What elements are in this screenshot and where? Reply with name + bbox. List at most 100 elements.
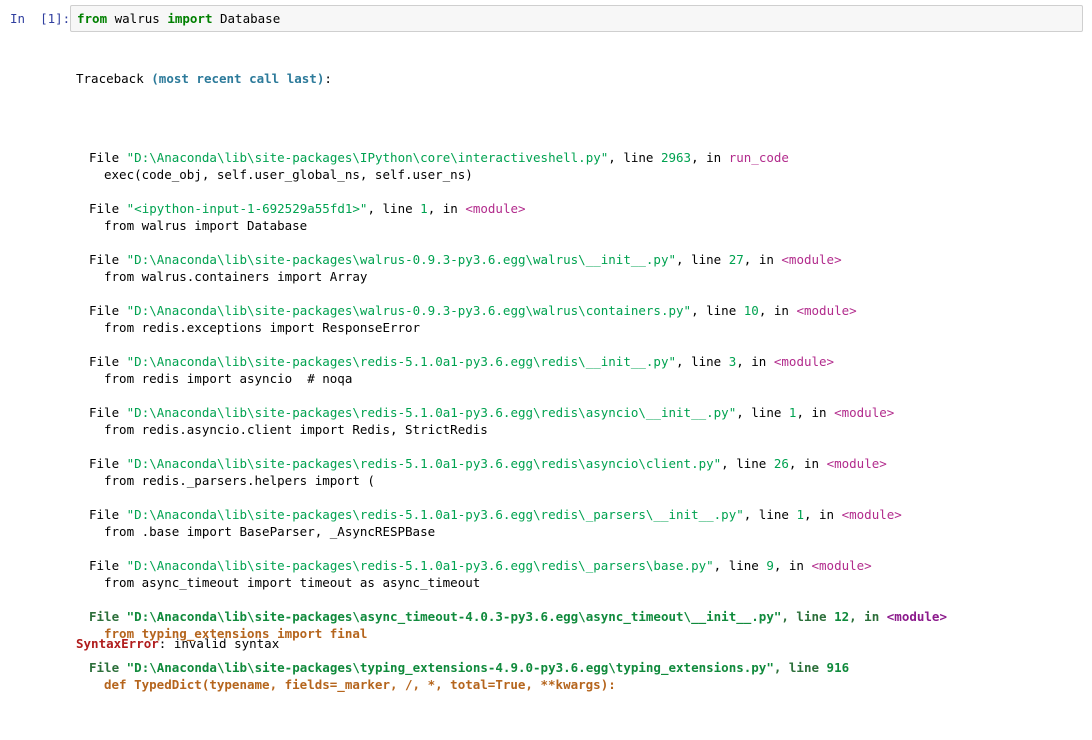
file-path: "D:\Anaconda\lib\site-packages\redis-5.1… bbox=[126, 405, 737, 420]
in-keyword: , in bbox=[691, 150, 729, 165]
line-number: 12 bbox=[834, 609, 850, 624]
source-line: from redis import asyncio # noqa bbox=[104, 371, 353, 386]
frame-location: File "D:\Anaconda\lib\site-packages\redi… bbox=[76, 455, 1086, 472]
line-keyword: , line bbox=[367, 201, 421, 216]
frame-code: from redis import asyncio # noqa bbox=[76, 370, 1086, 387]
error-line: SyntaxError: invalid syntax bbox=[76, 635, 279, 652]
in-keyword: , in bbox=[773, 558, 812, 573]
input-prompt: In [1]: bbox=[10, 11, 71, 26]
file-keyword: File bbox=[89, 507, 127, 522]
line-keyword: , line bbox=[676, 252, 729, 267]
in-keyword: , in bbox=[736, 354, 774, 369]
file-path: "D:\Anaconda\lib\site-packages\async_tim… bbox=[126, 609, 782, 624]
file-path: "<ipython-input-1-692529a55fd1>" bbox=[126, 201, 368, 216]
source-line: def TypedDict(typename, fields=_marker, … bbox=[104, 677, 616, 692]
traceback-frame: File "D:\Anaconda\lib\site-packages\redi… bbox=[76, 455, 1086, 489]
source-line: from walrus.containers import Array bbox=[104, 269, 368, 284]
file-keyword: File bbox=[89, 456, 127, 471]
frame-code: from redis._parsers.helpers import ( bbox=[76, 472, 1086, 489]
traceback-frame: File "D:\Anaconda\lib\site-packages\redi… bbox=[76, 404, 1086, 438]
in-keyword: , in bbox=[803, 507, 842, 522]
line-keyword: , line bbox=[676, 354, 729, 369]
line-keyword: , line bbox=[736, 405, 789, 420]
line-keyword: , line bbox=[743, 507, 797, 522]
error-sep: : bbox=[158, 636, 174, 651]
function-name: <module> bbox=[841, 507, 902, 522]
in-keyword: , in bbox=[788, 456, 827, 471]
source-line: from async_timeout import timeout as asy… bbox=[104, 575, 481, 590]
source-line: from redis._parsers.helpers import ( bbox=[104, 473, 375, 488]
traceback-frame: File "D:\Anaconda\lib\site-packages\walr… bbox=[76, 302, 1086, 336]
frame-location: File "D:\Anaconda\lib\site-packages\typi… bbox=[76, 659, 1086, 676]
function-name: <module> bbox=[834, 405, 895, 420]
file-path: "D:\Anaconda\lib\site-packages\redis-5.1… bbox=[126, 507, 744, 522]
traceback-frame: File "D:\Anaconda\lib\site-packages\walr… bbox=[76, 251, 1086, 285]
function-name: <module> bbox=[886, 609, 947, 624]
line-number: 916 bbox=[826, 660, 850, 675]
file-keyword: File bbox=[89, 150, 127, 165]
line-number: 9 bbox=[766, 558, 774, 573]
traceback-frame: File "D:\Anaconda\lib\site-packages\typi… bbox=[76, 659, 1086, 693]
frame-location: File "D:\Anaconda\lib\site-packages\walr… bbox=[76, 251, 1086, 268]
frame-code: def TypedDict(typename, fields=_marker, … bbox=[76, 676, 1086, 693]
source-line: from redis.exceptions import ResponseErr… bbox=[104, 320, 421, 335]
file-keyword: File bbox=[89, 405, 127, 420]
source-line: from redis.asyncio.client import Redis, … bbox=[104, 422, 488, 437]
line-keyword: , line bbox=[691, 303, 744, 318]
line-number: 1 bbox=[420, 201, 428, 216]
traceback-colon: : bbox=[324, 71, 332, 86]
frame-code: from async_timeout import timeout as asy… bbox=[76, 574, 1086, 591]
file-path: "D:\Anaconda\lib\site-packages\typing_ex… bbox=[126, 660, 774, 675]
imported-name: Database bbox=[212, 11, 281, 26]
file-keyword: File bbox=[89, 201, 127, 216]
frame-code: from redis.exceptions import ResponseErr… bbox=[76, 319, 1086, 336]
source-line: exec(code_obj, self.user_global_ns, self… bbox=[104, 167, 473, 182]
traceback-frame: File "D:\Anaconda\lib\site-packages\redi… bbox=[76, 353, 1086, 387]
line-keyword: , line bbox=[713, 558, 767, 573]
file-keyword: File bbox=[89, 609, 127, 624]
line-keyword: , line bbox=[608, 150, 661, 165]
frame-location: File "D:\Anaconda\lib\site-packages\asyn… bbox=[76, 608, 1086, 625]
code-input[interactable]: from walrus import Database bbox=[70, 5, 1083, 32]
error-name: SyntaxError bbox=[76, 636, 159, 651]
line-number: 27 bbox=[728, 252, 744, 267]
line-number: 26 bbox=[773, 456, 789, 471]
in-keyword: , in bbox=[427, 201, 466, 216]
source-line: from .base import BaseParser, _AsyncRESP… bbox=[104, 524, 436, 539]
frame-code: from redis.asyncio.client import Redis, … bbox=[76, 421, 1086, 438]
function-name: <module> bbox=[781, 252, 842, 267]
function-name: <module> bbox=[826, 456, 887, 471]
frame-code: from walrus.containers import Array bbox=[76, 268, 1086, 285]
file-keyword: File bbox=[89, 252, 127, 267]
line-keyword: , line bbox=[781, 609, 835, 624]
keyword-import: import bbox=[167, 11, 213, 26]
in-keyword: , in bbox=[849, 609, 887, 624]
in-keyword: , in bbox=[758, 303, 797, 318]
function-name: <module> bbox=[811, 558, 872, 573]
notebook-cell: In [1]: from walrus import Database Trac… bbox=[0, 0, 1092, 692]
frame-location: File "D:\Anaconda\lib\site-packages\redi… bbox=[76, 353, 1086, 370]
traceback-frame: File "D:\Anaconda\lib\site-packages\IPyt… bbox=[76, 149, 1086, 183]
line-keyword: , line bbox=[773, 660, 827, 675]
traceback-frame: File "D:\Anaconda\lib\site-packages\redi… bbox=[76, 557, 1086, 591]
traceback-frames: File "D:\Anaconda\lib\site-packages\IPyt… bbox=[76, 149, 1086, 693]
traceback-paren: (most recent call last) bbox=[151, 71, 325, 86]
file-keyword: File bbox=[89, 660, 127, 675]
error-message: invalid syntax bbox=[173, 636, 280, 651]
file-path: "D:\Anaconda\lib\site-packages\IPython\c… bbox=[126, 150, 609, 165]
frame-code: exec(code_obj, self.user_global_ns, self… bbox=[76, 166, 1086, 183]
function-name: <module> bbox=[773, 354, 835, 369]
file-path: "D:\Anaconda\lib\site-packages\redis-5.1… bbox=[126, 456, 722, 471]
frame-location: File "D:\Anaconda\lib\site-packages\redi… bbox=[76, 404, 1086, 421]
file-path: "D:\Anaconda\lib\site-packages\walrus-0.… bbox=[126, 252, 677, 267]
file-path: "D:\Anaconda\lib\site-packages\redis-5.1… bbox=[126, 354, 677, 369]
frame-location: File "<ipython-input-1-692529a55fd1>", l… bbox=[76, 200, 1086, 217]
file-keyword: File bbox=[89, 354, 127, 369]
frame-code: from .base import BaseParser, _AsyncRESP… bbox=[76, 523, 1086, 540]
file-keyword: File bbox=[89, 558, 127, 573]
line-number: 2963 bbox=[660, 150, 692, 165]
frame-location: File "D:\Anaconda\lib\site-packages\IPyt… bbox=[76, 149, 1086, 166]
function-name: <module> bbox=[465, 201, 526, 216]
line-keyword: , line bbox=[721, 456, 774, 471]
file-keyword: File bbox=[89, 303, 127, 318]
